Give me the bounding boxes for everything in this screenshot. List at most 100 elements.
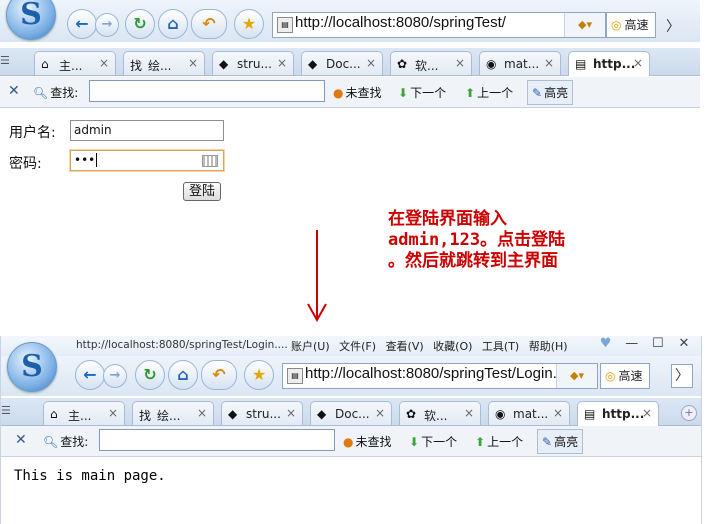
tab-7[interactable]: ▤ http... × <box>577 401 659 426</box>
close-icon[interactable]: ✕ <box>673 336 695 351</box>
highlight-button[interactable]: ✎ 高亮 <box>527 80 574 105</box>
tab-close-icon[interactable]: × <box>464 406 474 420</box>
tab-3[interactable]: ◆ stru... × <box>221 401 303 425</box>
menu-file[interactable]: 文件(F) <box>339 340 376 353</box>
address-url: http://localhost:8080/springTest/ <box>295 14 506 31</box>
address-dropdown-icon[interactable]: ◆▾ <box>564 13 605 37</box>
tab-1[interactable]: ⌂ 主... × <box>34 51 116 75</box>
tab-bar: ☰ ⌂ 主... × 找绘... × ◆ stru... × ◆ Doc... × ✿ 软... × ◉ ma… <box>0 48 700 76</box>
tab-close-icon[interactable]: × <box>286 406 296 420</box>
find-close-icon[interactable]: ✕ <box>15 432 27 448</box>
highlight-button[interactable]: ✎ 高亮 <box>537 429 584 454</box>
minimize-icon[interactable]: — <box>621 336 643 351</box>
browser-before: ← → ↻ ⌂ ↶ ★ ▤ http://localhost:8080/spri… <box>0 0 700 108</box>
main-page-text: This is main page. <box>14 468 166 484</box>
find-next-button[interactable]: ⬇ 下一个 <box>398 84 446 101</box>
tab-2[interactable]: 找绘... × <box>123 51 205 75</box>
tab-1[interactable]: ⌂ 主... × <box>43 401 125 425</box>
menu-favorites[interactable]: 收藏(O) <box>433 340 472 353</box>
window-controls: ♥ — ☐ ✕ <box>595 336 695 351</box>
find-notfound-button[interactable]: ● 未查找 <box>333 84 382 101</box>
up-arrow-icon: ⬆ <box>465 86 476 100</box>
home-icon[interactable]: ⌂ <box>158 9 188 39</box>
refresh-icon[interactable]: ↻ <box>125 9 155 39</box>
address-bar[interactable]: ▤ http://localhost:8080/springTest/ ◆▾ <box>272 12 606 38</box>
tab-label: 主... <box>68 409 92 423</box>
find-notfound-label: 未查找 <box>345 86 382 100</box>
tab-label: stru... <box>246 407 281 421</box>
tab-close-icon[interactable]: × <box>197 406 207 420</box>
address-url: http://localhost:8080/springTest/Login.a… <box>305 365 573 382</box>
tab-label: http... <box>593 57 636 71</box>
find-label-text: 查找: <box>60 435 89 449</box>
tab-label: Doc... <box>326 57 361 71</box>
favorite-star-icon[interactable]: ★ <box>244 360 274 390</box>
tab-close-icon[interactable]: × <box>108 406 118 420</box>
sidebar-toggle-icon[interactable]: ☰ <box>0 54 14 68</box>
menu-view[interactable]: 查看(V) <box>386 340 424 353</box>
tab-close-icon[interactable]: × <box>633 56 643 70</box>
menu-account[interactable]: 账户(U) <box>291 340 330 353</box>
forward-arrow-icon[interactable]: → <box>95 13 119 37</box>
find-notfound-button[interactable]: ● 未查找 <box>343 433 392 450</box>
up-arrow-icon: ⬆ <box>475 435 486 449</box>
find-prev-button[interactable]: ⬆ 上一个 <box>465 84 513 101</box>
more-icon[interactable]: 〉 <box>671 364 693 388</box>
tab-close-icon[interactable]: × <box>366 56 376 70</box>
magnifier-icon: 🔍︎ <box>43 435 59 449</box>
back-arrow-icon[interactable]: ← <box>67 9 97 39</box>
login-button[interactable]: 登陆 <box>183 182 221 201</box>
forward-arrow-icon[interactable]: → <box>103 364 127 388</box>
tab-close-icon[interactable]: × <box>99 56 109 70</box>
tab-close-icon[interactable]: × <box>553 406 563 420</box>
tab-close-icon[interactable]: × <box>188 56 198 70</box>
tab-3[interactable]: ◆ stru... × <box>212 51 294 75</box>
tab-close-icon[interactable]: × <box>544 56 554 70</box>
tab-close-icon[interactable]: × <box>375 406 385 420</box>
password-value: ••• <box>74 153 96 167</box>
undo-icon[interactable]: ↶ <box>201 360 237 390</box>
tab-4[interactable]: ◆ Doc... × <box>310 401 392 425</box>
refresh-icon[interactable]: ↻ <box>135 360 165 390</box>
tab-close-icon[interactable]: × <box>277 56 287 70</box>
globe-icon: ◎ <box>611 18 622 32</box>
highlight-label: 高亮 <box>544 86 569 100</box>
tab-6[interactable]: ◉ mat... × <box>488 401 570 425</box>
find-next-button[interactable]: ⬇ 下一个 <box>409 433 457 450</box>
speed-mode-button[interactable]: ◎ 高速 <box>606 12 656 38</box>
find-close-icon[interactable]: ✕ <box>8 83 20 99</box>
sidebar-toggle-icon[interactable]: ☰ <box>1 404 15 418</box>
find-label-text: 查找: <box>50 86 79 100</box>
nav-toolbar: ← → ↻ ⌂ ↶ ★ ▤ http://localhost:8080/spri… <box>1 342 701 396</box>
find-input[interactable] <box>89 80 325 102</box>
undo-icon[interactable]: ↶ <box>191 9 227 39</box>
speed-mode-label: 高速 <box>618 369 643 383</box>
tab-5[interactable]: ✿ 软... × <box>399 401 481 425</box>
paw-icon: ✿ <box>397 57 408 71</box>
tab-5[interactable]: ✿ 软... × <box>390 51 472 75</box>
find-prev-button[interactable]: ⬆ 上一个 <box>475 433 523 450</box>
maximize-icon[interactable]: ☐ <box>647 336 669 351</box>
speed-mode-button[interactable]: ◎ 高速 <box>600 363 650 389</box>
menu-help[interactable]: 帮助(H) <box>529 340 568 353</box>
find-input[interactable] <box>99 429 335 451</box>
keyboard-icon[interactable] <box>202 155 218 167</box>
password-input[interactable]: ••• <box>70 150 224 171</box>
tab-close-icon[interactable]: × <box>455 56 465 70</box>
favorite-star-icon[interactable]: ★ <box>234 9 264 39</box>
username-input[interactable]: admin <box>70 120 224 141</box>
address-dropdown-icon[interactable]: ◆▾ <box>556 364 597 388</box>
home-icon[interactable]: ⌂ <box>168 360 198 390</box>
tab-2[interactable]: 找绘... × <box>132 401 214 425</box>
tab-label: stru... <box>237 57 272 71</box>
address-bar[interactable]: ▤ http://localhost:8080/springTest/Login… <box>282 363 598 389</box>
back-arrow-icon[interactable]: ← <box>75 360 105 390</box>
more-icon[interactable]: 〉 <box>666 16 680 36</box>
tab-4[interactable]: ◆ Doc... × <box>301 51 383 75</box>
new-tab-icon[interactable]: + <box>681 405 697 421</box>
menu-tools[interactable]: 工具(T) <box>482 340 519 353</box>
skin-icon[interactable]: ♥ <box>595 336 617 351</box>
tab-7[interactable]: ▤ http... × <box>568 51 650 76</box>
tab-6[interactable]: ◉ mat... × <box>479 51 561 75</box>
tab-close-icon[interactable]: × <box>642 406 652 420</box>
